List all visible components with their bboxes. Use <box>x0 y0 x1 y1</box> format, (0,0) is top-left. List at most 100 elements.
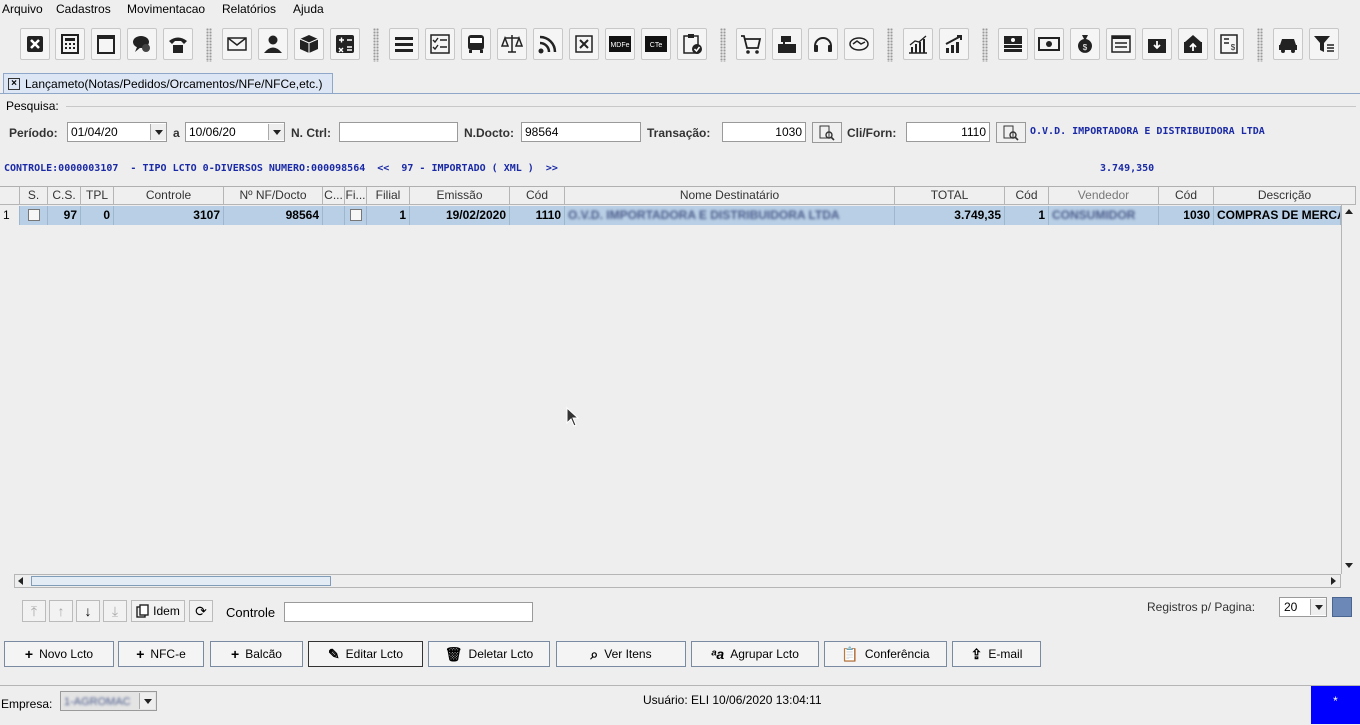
cash-register-icon[interactable] <box>772 28 802 60</box>
cliforn-search-button[interactable] <box>996 122 1026 143</box>
column-header[interactable]: Cód <box>1159 187 1214 205</box>
horizontal-scrollbar[interactable] <box>14 574 1341 588</box>
email-button[interactable]: ⇪ E-mail <box>952 641 1041 667</box>
menu-arquivo[interactable]: Arquivo <box>2 2 43 16</box>
headset-icon[interactable] <box>808 28 838 60</box>
column-header[interactable]: Cód <box>510 187 565 205</box>
user-icon[interactable] <box>258 28 288 60</box>
handshake-icon[interactable] <box>844 28 874 60</box>
close-icon[interactable] <box>20 28 50 60</box>
growth-icon[interactable] <box>939 28 969 60</box>
menu-relatorios[interactable]: Relatórios <box>222 2 276 16</box>
scroll-left-icon[interactable] <box>18 577 23 585</box>
math-icon[interactable] <box>330 28 360 60</box>
money-bag-icon[interactable]: $ <box>1070 28 1100 60</box>
controle-input[interactable] <box>284 602 533 622</box>
rss-icon[interactable] <box>533 28 563 60</box>
tab-lancamento[interactable]: × Lançameto(Notas/Pedidos/Orcamentos/NFe… <box>3 73 334 93</box>
column-header[interactable]: S. <box>20 187 48 205</box>
chevron-down-icon[interactable] <box>139 693 155 709</box>
empresa-select[interactable]: 1-AGROMAC <box>60 691 157 711</box>
scroll-thumb[interactable] <box>31 576 331 586</box>
deletar-lcto-button[interactable]: 🗑 Deletar Lcto <box>428 641 550 667</box>
fi-checkbox[interactable] <box>349 209 362 221</box>
column-header[interactable]: Fi... <box>345 187 367 205</box>
banknote-icon[interactable] <box>1034 28 1064 60</box>
s-checkbox[interactable] <box>27 209 40 221</box>
registros-select[interactable]: 20 <box>1279 597 1327 617</box>
car-icon[interactable] <box>1273 28 1303 60</box>
idem-button[interactable]: Idem <box>131 600 185 622</box>
filter-icon[interactable] <box>1309 28 1339 60</box>
money-stack-icon[interactable] <box>998 28 1028 60</box>
column-header[interactable]: C... <box>323 187 345 205</box>
invoice-icon[interactable]: $ <box>1214 28 1244 60</box>
tab-close-icon[interactable]: × <box>8 77 20 90</box>
cancel-doc-icon[interactable] <box>569 28 599 60</box>
column-header[interactable]: Nº NF/Docto <box>224 187 323 205</box>
conferencia-button[interactable]: 📋 Conferência <box>824 641 947 667</box>
list-icon[interactable] <box>389 28 419 60</box>
first-record-button[interactable]: ⤒ <box>22 600 46 622</box>
agrupar-lcto-button[interactable]: ᵃa Agrupar Lcto <box>691 641 819 667</box>
nfce-button[interactable]: + NFC-e <box>118 641 204 667</box>
phone-icon[interactable] <box>163 28 193 60</box>
chevron-down-icon[interactable] <box>1310 599 1326 615</box>
periodo-de-field[interactable]: 01/04/20 <box>67 122 167 142</box>
column-header[interactable]: Emissão <box>410 187 510 205</box>
refresh-icon[interactable]: ⟳ <box>189 600 213 622</box>
column-header[interactable]: C.S. <box>48 187 81 205</box>
chevron-down-icon[interactable] <box>268 124 284 140</box>
bus-icon[interactable] <box>461 28 491 60</box>
ndocto-input[interactable]: 98564 <box>521 122 641 142</box>
transacao-input[interactable]: 1030 <box>722 122 806 142</box>
cs-cell: 97 <box>48 206 81 225</box>
scroll-up-icon[interactable] <box>1345 209 1353 214</box>
mdfe-icon[interactable]: MDFe <box>605 28 635 60</box>
column-header[interactable]: TPL <box>81 187 114 205</box>
scale-icon[interactable] <box>497 28 527 60</box>
novo-lcto-button[interactable]: + Novo Lcto <box>4 641 114 667</box>
last-record-button[interactable]: ⤓ <box>103 600 127 622</box>
checklist-icon[interactable] <box>425 28 455 60</box>
cte-icon[interactable]: CTe <box>641 28 671 60</box>
box-icon[interactable] <box>294 28 324 60</box>
scroll-right-icon[interactable] <box>1331 577 1336 585</box>
cliforn-input[interactable]: 1110 <box>906 122 990 142</box>
column-header[interactable]: Descrição <box>1214 187 1356 205</box>
menu-ajuda[interactable]: Ajuda <box>293 2 324 16</box>
balcao-button[interactable]: + Balcão <box>210 641 303 667</box>
inbox-down-icon[interactable] <box>1142 28 1172 60</box>
periodo-ate-field[interactable]: 10/06/20 <box>185 122 285 142</box>
side-handle[interactable] <box>1332 597 1352 617</box>
outbox-up-icon[interactable] <box>1178 28 1208 60</box>
column-header[interactable]: Nome Destinatário <box>565 187 895 205</box>
fi-cell[interactable] <box>345 206 367 225</box>
editar-lcto-button[interactable]: ✎ Editar Lcto <box>308 641 423 667</box>
ver-itens-button[interactable]: ⌕ Ver Itens <box>556 641 686 667</box>
nctrl-input[interactable] <box>339 122 458 142</box>
notepad-icon[interactable] <box>91 28 121 60</box>
previous-record-button[interactable]: ↑ <box>49 600 73 622</box>
vertical-scrollbar[interactable] <box>1341 205 1356 574</box>
form-icon[interactable] <box>1106 28 1136 60</box>
chart-icon[interactable] <box>903 28 933 60</box>
clipboard-check-icon[interactable] <box>677 28 707 60</box>
chat-icon[interactable] <box>127 28 157 60</box>
next-record-button[interactable]: ↓ <box>76 600 100 622</box>
column-header[interactable]: Filial <box>367 187 410 205</box>
column-header[interactable]: Cód <box>1005 187 1049 205</box>
mail-icon[interactable] <box>222 28 252 60</box>
usuario-info: Usuário: ELI 10/06/2020 13:04:11 <box>643 693 822 707</box>
scroll-down-icon[interactable] <box>1345 563 1353 568</box>
column-header[interactable]: Vendedor <box>1049 187 1159 205</box>
cart-icon[interactable] <box>736 28 766 60</box>
column-header[interactable]: TOTAL <box>895 187 1005 205</box>
column-header[interactable]: Controle <box>114 187 224 205</box>
menu-cadastros[interactable]: Cadastros <box>56 2 111 16</box>
s-cell[interactable] <box>20 206 48 225</box>
calculator-icon[interactable] <box>55 28 85 60</box>
menu-movimentacao[interactable]: Movimentacao <box>127 2 205 16</box>
transacao-search-button[interactable] <box>812 122 842 143</box>
chevron-down-icon[interactable] <box>150 124 166 140</box>
